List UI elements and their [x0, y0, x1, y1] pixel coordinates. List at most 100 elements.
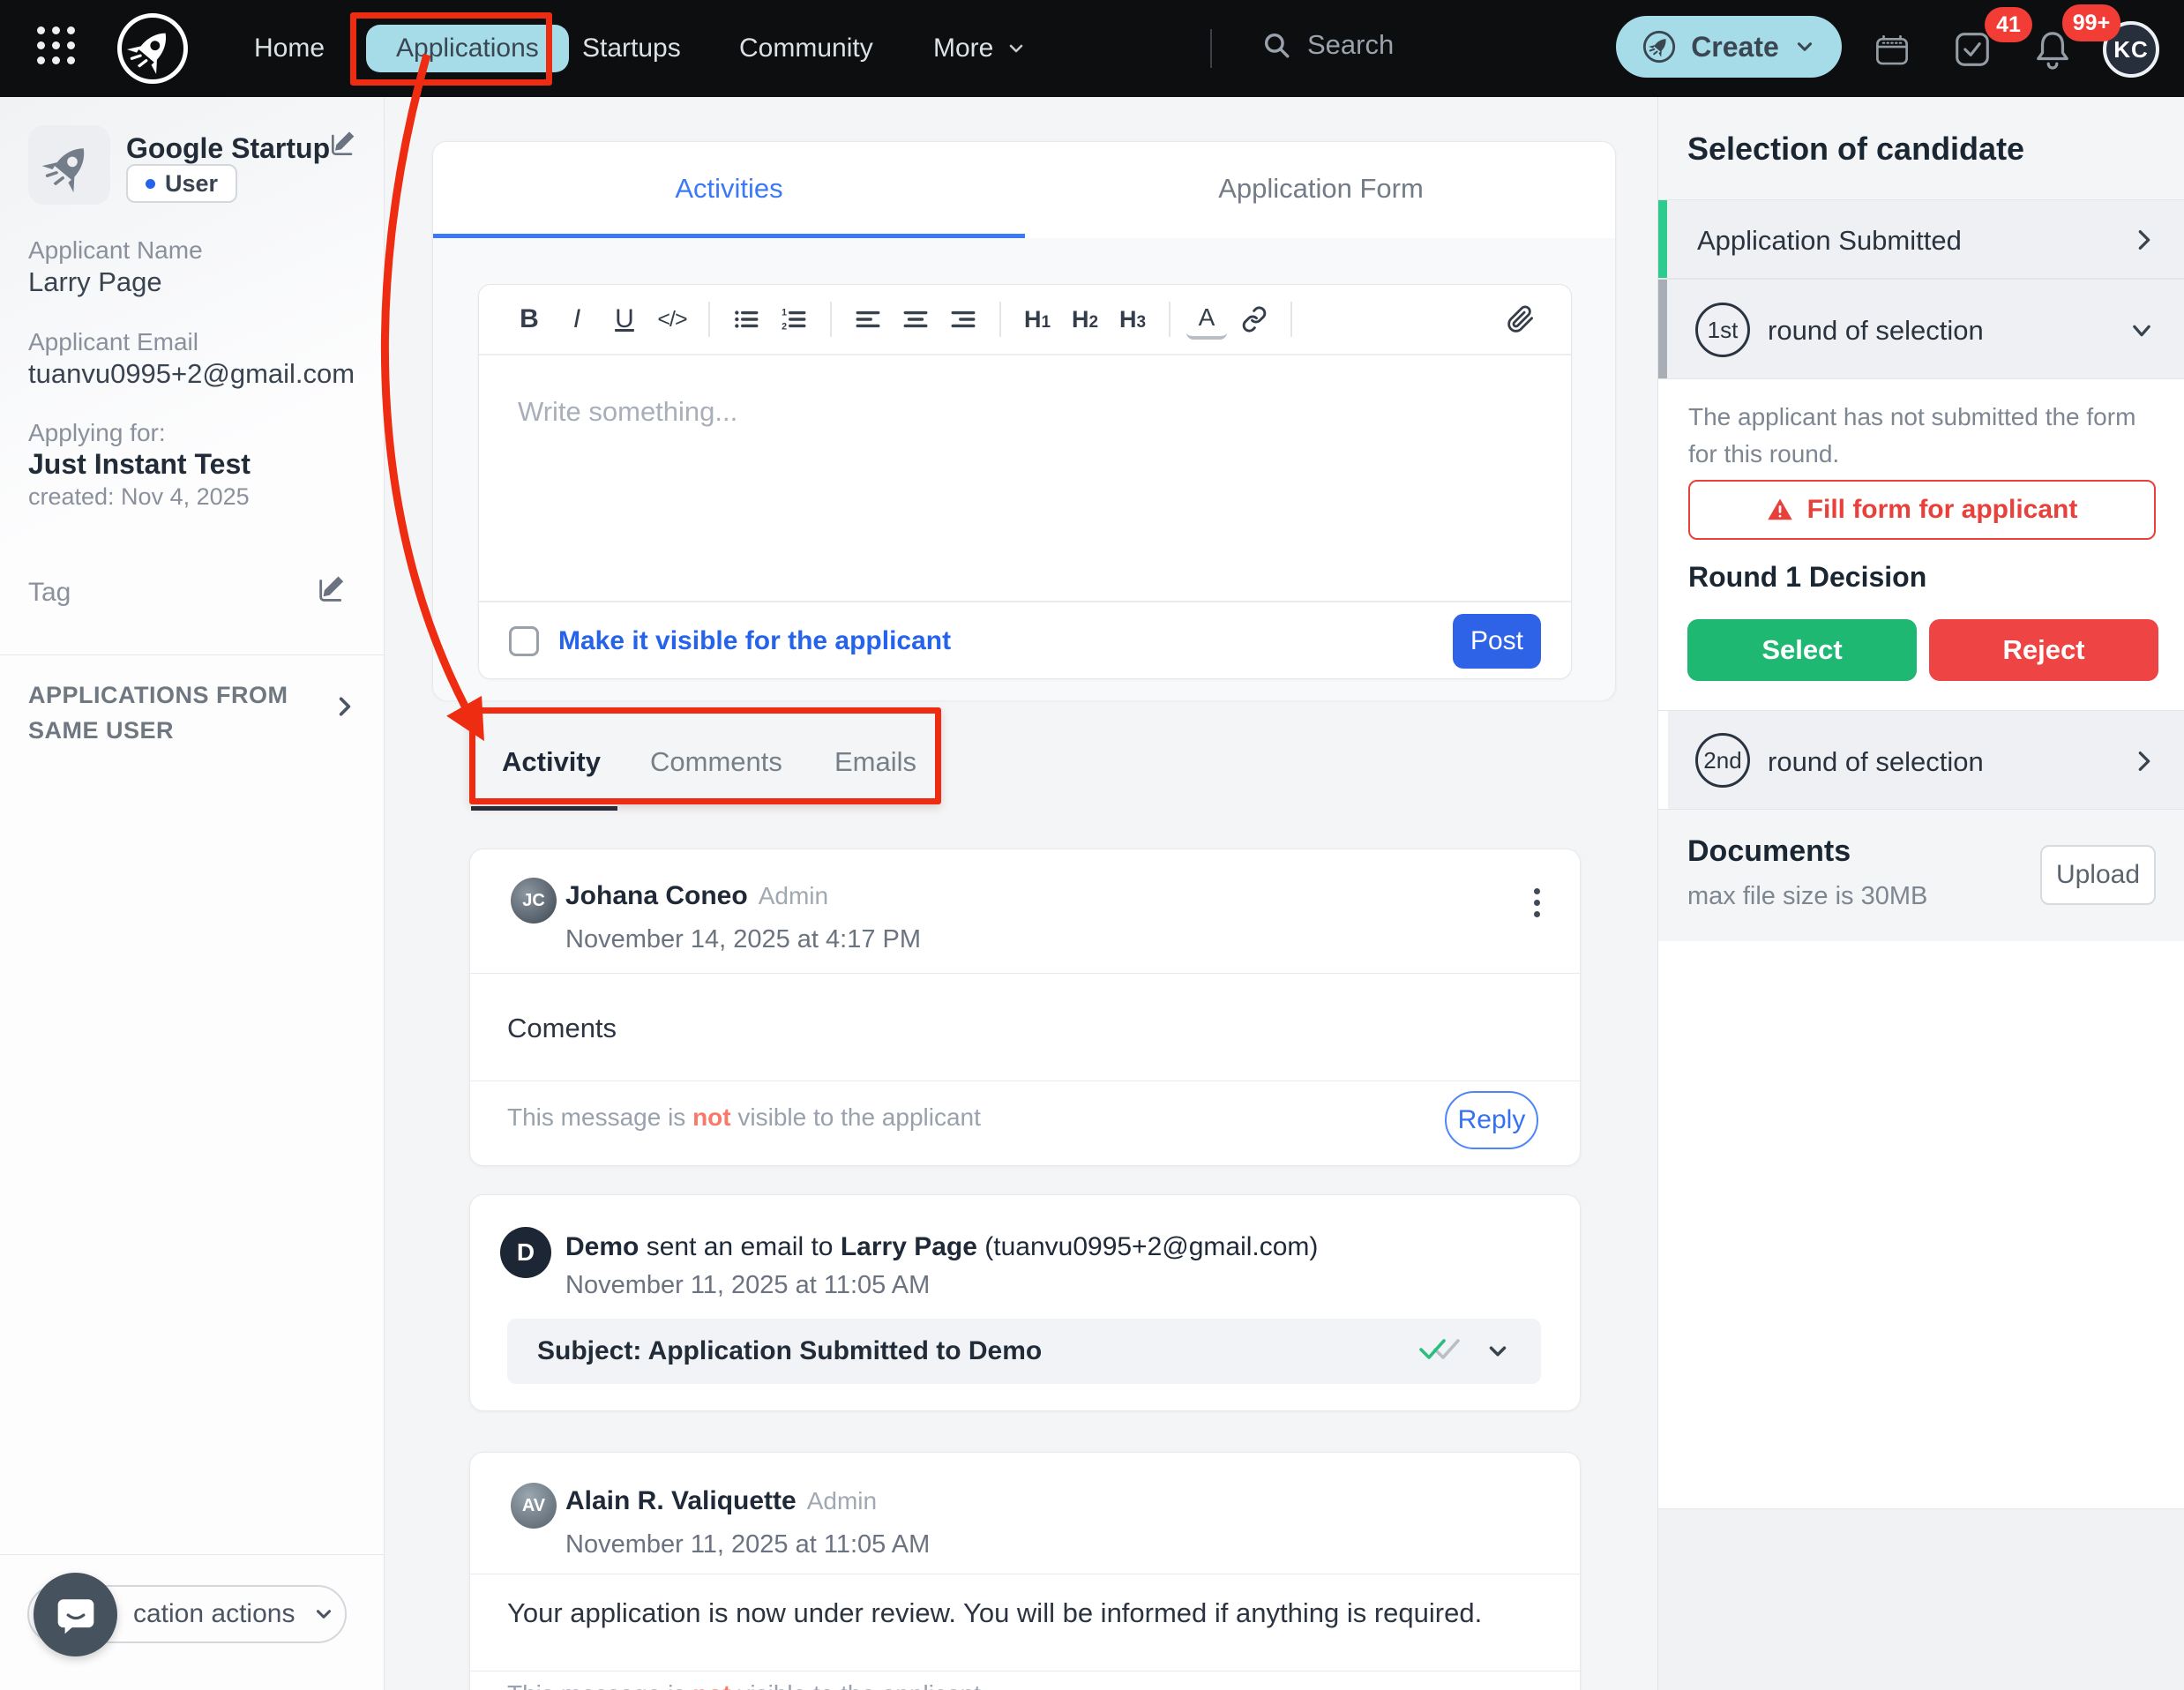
tab-activity[interactable]: Activity [502, 746, 601, 778]
create-label: Create [1691, 31, 1779, 64]
round1-status-bar [1658, 280, 1667, 378]
email-text: sent an email to [639, 1232, 840, 1261]
post-button[interactable]: Post [1453, 614, 1541, 669]
notifications-count-badge: 99+ [2062, 4, 2120, 41]
toolbar-separator [708, 302, 710, 337]
panel-footer-area [1658, 1508, 2184, 1690]
calendar-icon[interactable] [1875, 34, 1909, 67]
heading1-button[interactable]: H1 [1017, 299, 1058, 340]
heading2-button[interactable]: H2 [1065, 299, 1105, 340]
email-recipient: Larry Page [841, 1232, 977, 1261]
create-rocket-icon [1642, 29, 1677, 64]
select-button[interactable]: Select [1687, 619, 1917, 681]
tasks-count-badge: 41 [1985, 7, 2032, 42]
comment-author-row: Alain R. ValiquetteAdmin [565, 1486, 877, 1516]
numbered-list-icon: 1 2 [780, 305, 808, 333]
avatar: AV [511, 1483, 557, 1529]
upload-button[interactable]: Upload [2040, 845, 2156, 905]
edit-tag-icon[interactable] [316, 573, 346, 603]
toolbar-separator [830, 302, 832, 337]
code-button[interactable]: </> [652, 299, 692, 340]
toolbar-separator [1290, 302, 1292, 337]
comment-input[interactable]: Write something... [479, 357, 1571, 601]
bullet-list-button[interactable] [726, 299, 767, 340]
tab-comments[interactable]: Comments [650, 746, 782, 778]
round1-ordinal: 1st [1695, 303, 1750, 357]
comment-card: AV Alain R. ValiquetteAdmin November 11,… [469, 1452, 1581, 1690]
create-button[interactable]: Create [1616, 16, 1842, 78]
chevron-down-icon [1006, 38, 1027, 59]
edit-startup-icon[interactable] [328, 129, 356, 157]
comment-body: Your application is now under review. Yo… [507, 1597, 1482, 1629]
h1-glyph: H [1024, 306, 1042, 333]
h3-glyph: H [1119, 306, 1137, 333]
comment-author-row: Johana ConeoAdmin [565, 881, 828, 911]
round1-note: The applicant has not submitted the form… [1688, 399, 2147, 473]
bell-icon[interactable] [2034, 29, 2071, 70]
documents-note: max file size is 30MB [1687, 882, 1927, 911]
align-left-icon [854, 305, 882, 333]
stage-application-submitted[interactable]: Application Submitted [1658, 199, 2184, 279]
applicant-sidebar: Google Startup User Applicant Name Larry… [0, 97, 385, 1690]
user-type-badge: User [126, 164, 237, 203]
visibility-not: not [692, 1680, 731, 1690]
h1-number: 1 [1041, 313, 1051, 333]
bullet-list-icon [732, 305, 760, 333]
tag-label: Tag [28, 578, 71, 608]
tab-application-form[interactable]: Application Form [1025, 142, 1617, 236]
bold-button[interactable]: B [509, 299, 550, 340]
nav-more[interactable]: More [933, 34, 1027, 64]
attach-file-button[interactable] [1500, 299, 1541, 340]
nav-applications[interactable]: Applications [366, 25, 569, 72]
search-placeholder: Search [1307, 29, 1394, 61]
chevron-down-icon[interactable] [1485, 1338, 1511, 1365]
kebab-menu-icon[interactable] [1534, 888, 1541, 923]
numbered-list-button[interactable]: 1 2 [774, 299, 814, 340]
email-timestamp: November 11, 2025 at 11:05 AM [565, 1271, 930, 1300]
nav-home[interactable]: Home [254, 34, 325, 64]
sidebar-divider [0, 654, 385, 655]
chat-widget-button[interactable] [34, 1573, 117, 1656]
search-box[interactable]: Search [1261, 29, 1394, 61]
fill-form-button[interactable]: Fill form for applicant [1688, 480, 2156, 540]
text-color-button[interactable]: A [1186, 299, 1227, 340]
comment-body: Coments [507, 1013, 617, 1044]
align-left-button[interactable] [848, 299, 888, 340]
nav-community[interactable]: Community [739, 34, 873, 64]
reply-button[interactable]: Reply [1445, 1091, 1538, 1149]
author-name: Alain R. Valiquette [565, 1486, 797, 1515]
rocket-logo[interactable] [117, 13, 188, 84]
toolbar-separator [999, 302, 1001, 337]
visible-to-applicant-label[interactable]: Make it visible for the applicant [558, 626, 951, 656]
heading3-button[interactable]: H3 [1112, 299, 1153, 340]
sidebar-bottom-divider [0, 1554, 385, 1555]
email-event-line: Demo sent an email to Larry Page (tuanvu… [565, 1232, 1318, 1262]
round2-label: round of selection [1768, 746, 1984, 778]
align-center-button[interactable] [895, 299, 936, 340]
chevron-right-icon [2132, 227, 2157, 253]
visible-to-applicant-checkbox[interactable] [509, 626, 539, 656]
round1-header[interactable]: 1st round of selection [1658, 279, 2184, 379]
toolbar-separator [1169, 302, 1171, 337]
align-right-button[interactable] [943, 299, 984, 340]
italic-button[interactable]: I [557, 299, 597, 340]
round2-status-bar [1658, 711, 1668, 809]
documents-title: Documents [1687, 834, 1851, 869]
nav-startups[interactable]: Startups [582, 34, 681, 64]
round2-header[interactable]: 2nd round of selection [1658, 710, 2184, 810]
visibility-suffix: visible to the applicant [731, 1680, 981, 1690]
email-subject-row[interactable]: Subject: Application Submitted to Demo [507, 1319, 1541, 1384]
underline-button[interactable]: U [604, 299, 645, 340]
tasks-icon[interactable] [1955, 32, 1990, 67]
tab-activities[interactable]: Activities [433, 142, 1025, 236]
tab-emails[interactable]: Emails [834, 746, 916, 778]
applying-for-value: Just Instant Test [28, 448, 251, 481]
email-recipient-address: (tuanvu0995+2@gmail.com) [977, 1232, 1318, 1261]
author-name: Johana Coneo [565, 881, 748, 910]
user-badge-dot [146, 179, 155, 189]
reject-button[interactable]: Reject [1929, 619, 2158, 681]
chevron-right-icon[interactable] [333, 693, 356, 720]
svg-text:1: 1 [782, 308, 787, 318]
link-button[interactable] [1234, 299, 1275, 340]
apps-grid-icon[interactable] [37, 26, 81, 71]
